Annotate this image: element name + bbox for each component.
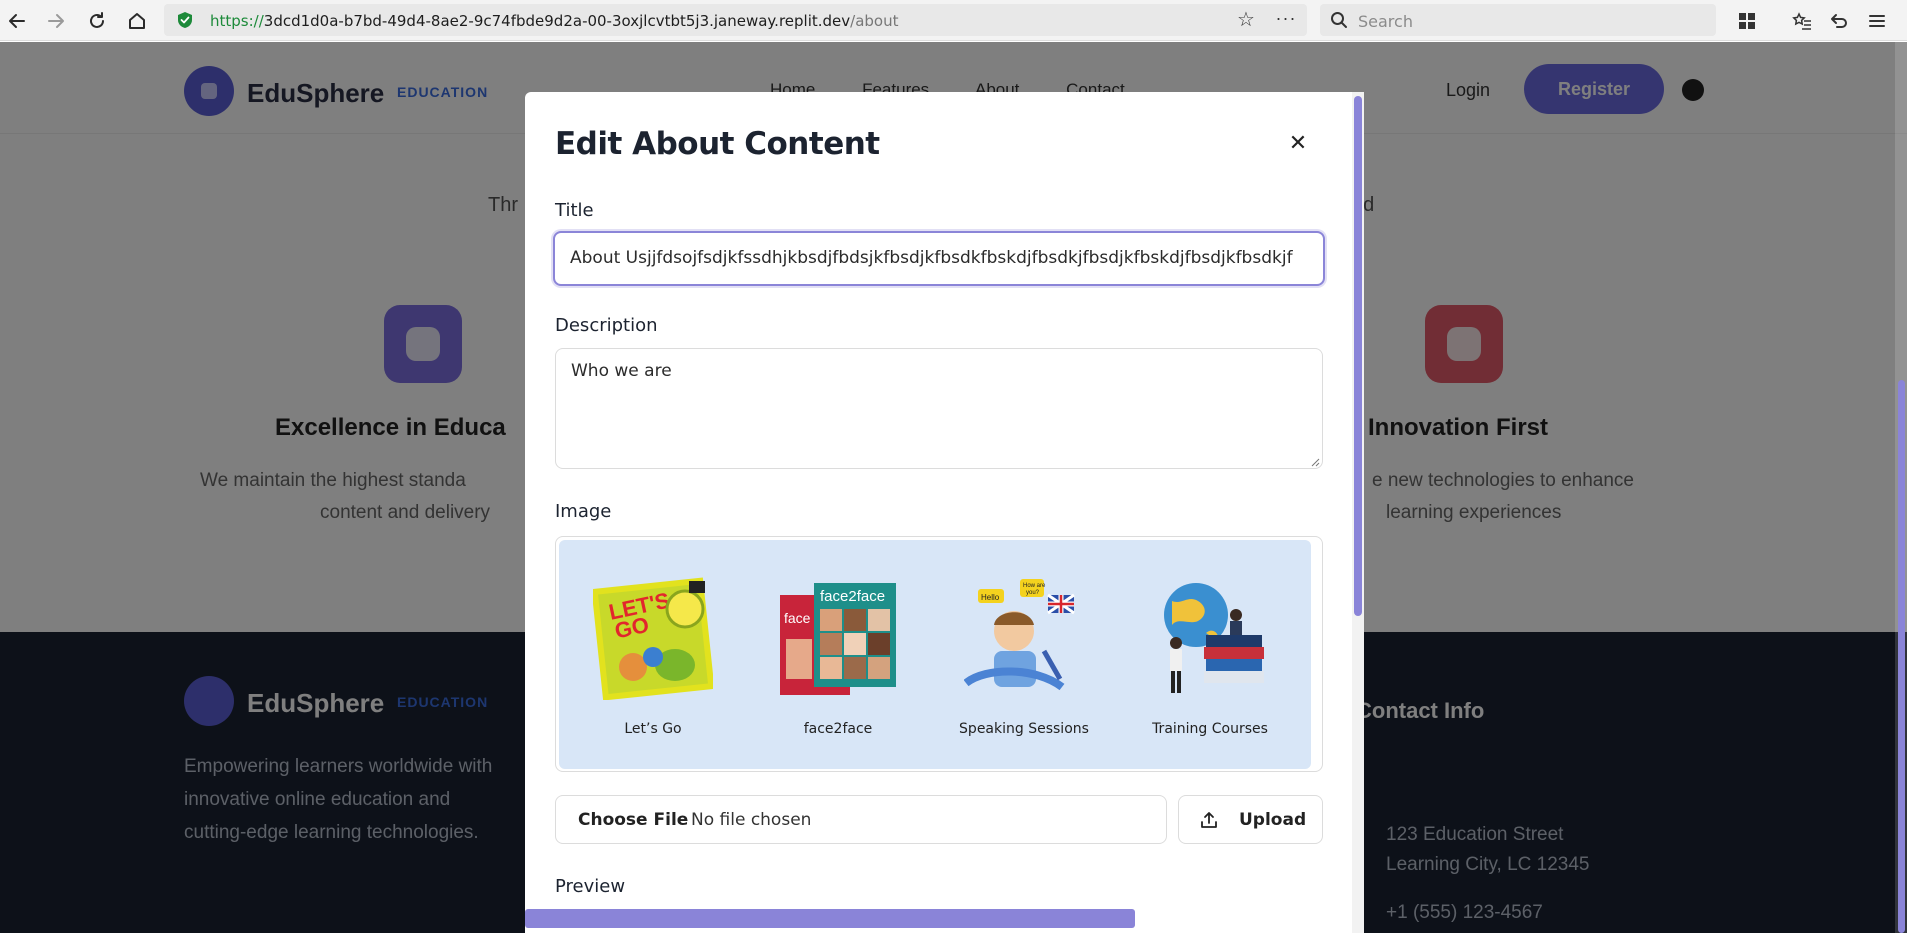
modal-title: Edit About Content: [555, 126, 880, 162]
search-placeholder: Search: [1358, 12, 1413, 31]
bookmarks-icon[interactable]: [1790, 9, 1814, 33]
address-bar[interactable]: https://3dcd1d0a-b7bd-49d4-8ae2-9c74fbde…: [164, 4, 1307, 36]
home-icon[interactable]: [124, 8, 150, 34]
file-picker[interactable]: Choose File No file chosen: [555, 795, 1167, 844]
url-text[interactable]: https://3dcd1d0a-b7bd-49d4-8ae2-9c74fbde…: [210, 12, 898, 30]
image-strip: LET'S GO Let’s Go face face2face face2fa…: [559, 540, 1311, 769]
image-option-training-courses[interactable]: Training Courses: [1135, 575, 1285, 745]
star-icon[interactable]: ☆: [1234, 8, 1258, 32]
title-input[interactable]: About Usjjfdsojfsdjkfssdhjkbsdjfbdsjkfbs…: [553, 231, 1325, 286]
browser-toolbar: https://3dcd1d0a-b7bd-49d4-8ae2-9c74fbde…: [0, 0, 1907, 41]
svg-text:face: face: [784, 610, 811, 626]
grid-icon[interactable]: [1735, 9, 1759, 33]
forward-icon[interactable]: [43, 8, 69, 34]
image-caption: face2face: [803, 721, 873, 737]
title-label: Title: [555, 200, 594, 221]
image-label: Image: [555, 501, 612, 522]
image-caption: Speaking Sessions: [959, 721, 1089, 737]
horizontal-scrollbar-thumb[interactable]: [525, 909, 1135, 928]
svg-text:Hello: Hello: [981, 593, 1000, 602]
undo-icon[interactable]: [1827, 9, 1851, 33]
search-bar[interactable]: Search: [1320, 4, 1716, 36]
image-option-face2face[interactable]: face face2face face2face: [763, 575, 913, 745]
preview-label: Preview: [555, 876, 626, 897]
reload-icon[interactable]: [84, 8, 110, 34]
description-textarea[interactable]: Who we are: [555, 348, 1323, 469]
menu-icon[interactable]: [1865, 9, 1889, 33]
svg-text:you?: you?: [1026, 590, 1040, 596]
image-option-lets-go[interactable]: LET'S GO Let’s Go: [578, 575, 728, 745]
lets-go-book-image: LET'S GO: [593, 577, 713, 700]
svg-text:face2face: face2face: [820, 588, 885, 605]
svg-text:How are: How are: [1023, 583, 1046, 589]
image-caption: Let’s Go: [624, 721, 682, 737]
modal-scrollbar-thumb[interactable]: [1354, 96, 1362, 616]
more-icon[interactable]: ···: [1274, 8, 1298, 32]
back-icon[interactable]: [4, 8, 30, 34]
choose-file-button[interactable]: Choose File: [578, 810, 688, 830]
resize-handle-icon[interactable]: [1310, 457, 1320, 467]
url-path: /about: [850, 12, 899, 30]
page-scrollbar-thumb[interactable]: [1898, 380, 1905, 933]
file-status: No file chosen: [691, 810, 812, 830]
upload-icon: [1201, 812, 1217, 828]
edit-about-modal: Edit About Content ✕ Title About Usjjfds…: [525, 92, 1364, 933]
training-courses-image: [1164, 583, 1264, 693]
search-icon: [1331, 12, 1347, 28]
url-host: 3dcd1d0a-b7bd-49d4-8ae2-9c74fbde9d2a-00-…: [263, 12, 851, 30]
speaking-sessions-image: Hello How are you?: [964, 579, 1075, 691]
close-icon[interactable]: ✕: [1285, 130, 1311, 156]
upload-button[interactable]: Upload: [1178, 795, 1323, 844]
url-protocol: https://: [210, 12, 264, 30]
description-label: Description: [555, 315, 658, 336]
upload-label: Upload: [1239, 810, 1307, 830]
shield-icon[interactable]: [176, 11, 194, 29]
image-option-speaking-sessions[interactable]: Hello How are you? Speaking Sessions: [949, 575, 1099, 745]
image-gallery[interactable]: LET'S GO Let’s Go face face2face face2fa…: [555, 536, 1323, 772]
image-caption: Training Courses: [1152, 721, 1268, 737]
face2face-book-image: face face2face: [780, 583, 896, 695]
